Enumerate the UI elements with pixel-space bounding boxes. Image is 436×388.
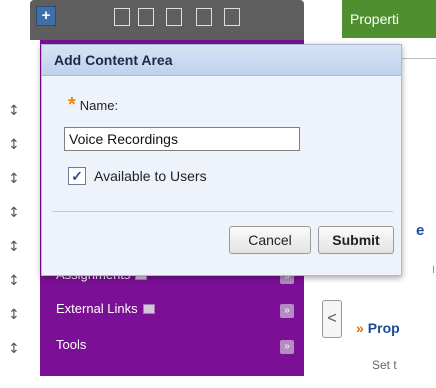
heading-fragment: e xyxy=(416,222,425,239)
available-row[interactable]: ✓ Available to Users xyxy=(68,167,207,185)
drag-handle-icon[interactable]: ↕ xyxy=(8,238,20,256)
properties-description: Set t xyxy=(372,358,397,372)
menu-item-label: Tools xyxy=(56,337,87,352)
required-star-icon: * xyxy=(68,94,76,116)
chevron-right-icon: » xyxy=(356,320,364,336)
dialog-title: Add Content Area xyxy=(42,45,401,76)
menu-item-external-links[interactable]: External Links xyxy=(56,298,155,320)
name-label-row: * Name: xyxy=(68,94,119,116)
name-input[interactable] xyxy=(64,127,300,151)
available-checkbox[interactable]: ✓ xyxy=(68,167,86,185)
available-label: Available to Users xyxy=(94,168,207,184)
drag-handle-icon[interactable]: ↕ xyxy=(8,102,20,120)
drag-handle-icon[interactable]: ↕ xyxy=(8,306,20,324)
dialog-divider xyxy=(52,211,393,212)
name-label: Name: xyxy=(79,97,119,113)
properties-tab-button[interactable]: Properti xyxy=(342,0,436,38)
course-menu-toolbar: + xyxy=(30,0,304,40)
drag-handle-icon[interactable]: ↕ xyxy=(8,340,20,358)
menu-item-tools[interactable]: Tools xyxy=(56,334,86,356)
menu-item-label: External Links xyxy=(56,301,138,316)
page-icon xyxy=(142,304,155,314)
list-view-icon[interactable] xyxy=(114,8,130,26)
drag-handle-icon[interactable]: ↕ xyxy=(8,170,20,188)
drag-handle-icon[interactable]: ↕ xyxy=(8,204,20,222)
expand-icon[interactable]: » xyxy=(280,304,294,318)
collapse-menu-button[interactable]: < xyxy=(322,300,342,338)
add-menu-item-icon[interactable]: + xyxy=(36,6,56,26)
properties-link-label: Prop xyxy=(367,320,400,336)
submit-button[interactable]: Submit xyxy=(318,226,394,254)
add-content-area-dialog: Add Content Area * Name: ✓ Available to … xyxy=(41,44,402,276)
new-window-icon[interactable] xyxy=(166,8,182,26)
folder-view-icon[interactable] xyxy=(138,8,154,26)
text-fragment: I xyxy=(432,264,436,276)
properties-link[interactable]: » Prop xyxy=(356,320,400,336)
drag-handle-icon[interactable]: ↕ xyxy=(8,272,20,290)
cancel-button[interactable]: Cancel xyxy=(229,226,311,254)
expand-icon[interactable]: » xyxy=(280,340,294,354)
refresh-icon[interactable] xyxy=(196,8,212,26)
drag-handle-icon[interactable]: ↕ xyxy=(8,136,20,154)
sort-icon[interactable] xyxy=(224,8,240,26)
